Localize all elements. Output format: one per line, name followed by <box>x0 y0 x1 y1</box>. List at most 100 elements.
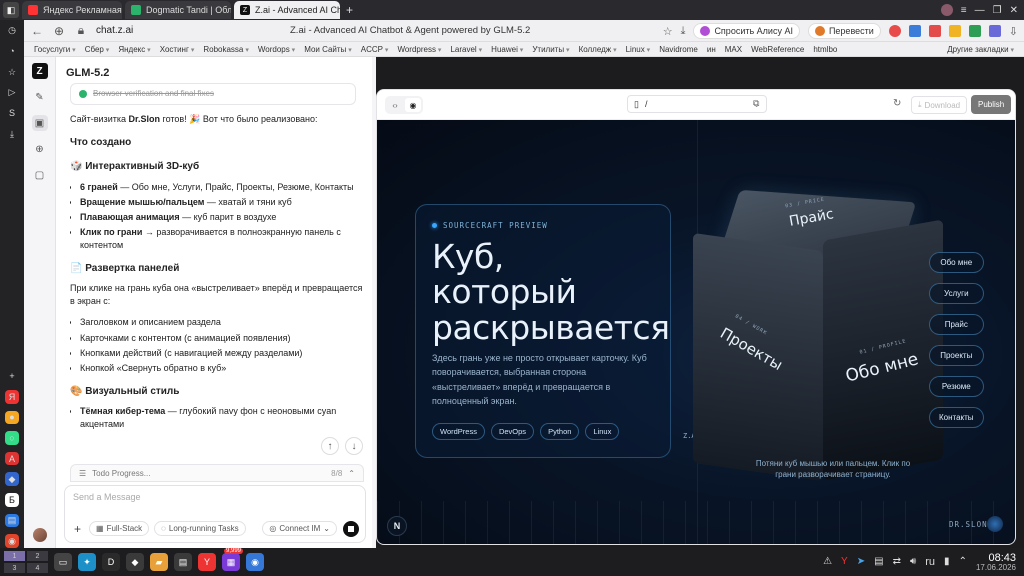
app-icon[interactable]: ◆ <box>126 553 144 571</box>
restore-icon[interactable]: ❐ <box>993 5 1002 16</box>
bookmark-folder[interactable]: Хостинг <box>160 45 195 54</box>
close-window-icon[interactable]: ✕ <box>1010 5 1018 16</box>
nav-contacts[interactable]: Контакты <box>929 407 984 428</box>
full-stack-toggle[interactable]: ▦ Full-Stack <box>89 521 150 536</box>
volume-icon[interactable]: 🔊︎ <box>910 556 916 567</box>
telegram-icon[interactable]: ➤ <box>857 556 865 567</box>
download-button[interactable]: ⤓ Download <box>911 96 968 114</box>
chevron-up-icon[interactable]: ⌃ <box>959 556 967 567</box>
drslon-icon[interactable]: D <box>102 553 120 571</box>
bookmark-link[interactable]: WebReference <box>751 45 804 54</box>
folder-icon[interactable]: ▰ <box>150 553 168 571</box>
site-preview[interactable]: SOURCECRAFT PREVIEW Куб, который раскрыв… <box>377 120 1015 544</box>
bookmark-link[interactable]: htmlbo <box>813 45 837 54</box>
path-selector[interactable]: ▯ / ⌄ <box>627 95 767 113</box>
open-external-icon[interactable]: ⧉ <box>753 98 759 109</box>
extension-icon[interactable] <box>968 25 981 37</box>
star-icon[interactable]: ☆ <box>5 65 19 79</box>
extension-icon[interactable] <box>928 25 941 37</box>
bookmark-icon[interactable]: ☆ <box>663 25 673 38</box>
yandex-browser-icon[interactable]: Y <box>198 553 216 571</box>
bookmark-link[interactable]: ин <box>707 45 716 54</box>
app-icon[interactable]: ● <box>5 410 19 425</box>
clock-icon[interactable]: ◔ <box>5 45 19 59</box>
tab-dogmatic[interactable]: Dogmatic Tandi | Облачна <box>125 1 231 19</box>
desktop-switcher[interactable]: 1 2 3 4 <box>4 551 48 573</box>
new-chat-icon[interactable]: ✎ <box>32 89 48 105</box>
app-icon[interactable]: ◉ <box>5 534 19 548</box>
nav-services[interactable]: Услуги <box>929 283 984 304</box>
alert-icon[interactable]: ⚠ <box>823 556 832 567</box>
extension-icon[interactable] <box>948 25 961 37</box>
bookmark-folder[interactable]: Госуслуги <box>34 45 76 54</box>
stop-button[interactable] <box>343 521 359 537</box>
bookmark-folder[interactable]: Яндекс <box>118 45 150 54</box>
scroll-up-icon[interactable]: ↑ <box>321 437 339 455</box>
attach-icon[interactable]: + <box>71 522 84 536</box>
user-avatar[interactable] <box>32 528 47 542</box>
desktop-4[interactable]: 4 <box>27 563 48 573</box>
bag-icon[interactable]: ▢ <box>32 167 48 183</box>
nav-resume[interactable]: Резюме <box>929 376 984 397</box>
window-icon[interactable]: ▭ <box>54 553 72 571</box>
bookmark-folder[interactable]: Сбер <box>85 45 110 54</box>
todo-progress[interactable]: ☰ Todo Progress... 8/8 ⌃ <box>70 464 364 482</box>
chevron-up-icon[interactable]: ⌃ <box>348 469 355 478</box>
model-selector[interactable]: GLM-5.2 <box>66 67 109 79</box>
desktop-1[interactable]: 1 <box>4 551 25 561</box>
scroll-down-icon[interactable]: ↓ <box>345 437 363 455</box>
desktop-3[interactable]: 3 <box>4 563 25 573</box>
network-icon[interactable]: ⇄ <box>893 556 901 567</box>
long-running-toggle[interactable]: ◌ Long-running Tasks <box>154 521 246 536</box>
bookmark-folder[interactable]: Robokassa <box>203 45 249 54</box>
bookmark-link[interactable]: MAX <box>725 45 742 54</box>
profile-avatar[interactable] <box>940 4 953 16</box>
downloads-icon[interactable]: ⇩ <box>1009 25 1018 38</box>
nav-price[interactable]: Прайс <box>929 314 984 335</box>
bookmark-folder[interactable]: Huawei <box>491 45 523 54</box>
clipboard-icon[interactable]: ▤ <box>874 556 883 567</box>
tab-yandex-ads[interactable]: Яндекс Рекламная сеть <box>22 1 122 19</box>
bookmark-folder[interactable]: Мои Сайты <box>304 45 352 54</box>
menu-icon[interactable]: ≡ <box>961 5 967 16</box>
bookmark-link[interactable]: Navidrome <box>659 45 698 54</box>
yandex-tray-icon[interactable]: Y <box>841 556 848 567</box>
app-icon[interactable]: 9,999 ▦ <box>222 548 244 571</box>
ask-alice-button[interactable]: Спросить Алису AI <box>693 23 800 39</box>
extension-icon[interactable] <box>988 25 1001 37</box>
plus-icon[interactable]: ⊕ <box>32 141 48 157</box>
extension-icon[interactable] <box>908 25 921 37</box>
bookmark-folder[interactable]: Laravel <box>450 45 482 54</box>
sidebar-toggle-icon[interactable]: ▣ <box>31 115 48 131</box>
code-view-icon[interactable]: ‹› <box>387 98 403 112</box>
refresh-icon[interactable]: ↻ <box>893 98 901 109</box>
other-bookmarks[interactable]: Другие закладки <box>947 45 1024 54</box>
connect-im-button[interactable]: ◎ Connect IM ⌄ <box>262 521 337 536</box>
app-icon[interactable]: ▤ <box>5 513 19 528</box>
nav-projects[interactable]: Проекты <box>929 345 984 366</box>
publish-button[interactable]: Publish <box>971 95 1012 114</box>
zai-logo-icon[interactable]: Z <box>31 63 48 79</box>
window-menu-icon[interactable]: ◧ <box>3 2 19 18</box>
battery-icon[interactable]: ▮ <box>944 556 950 567</box>
app-icon[interactable]: ○ <box>5 431 19 445</box>
history-icon[interactable]: ◷ <box>5 24 19 38</box>
back-icon[interactable]: ← <box>30 24 44 38</box>
n-button[interactable]: N <box>387 516 407 536</box>
extension-icon[interactable] <box>888 25 901 37</box>
app-icon[interactable]: A <box>5 451 19 466</box>
translate-button[interactable]: Перевести <box>807 23 881 39</box>
app-icon[interactable]: Б <box>5 493 19 507</box>
terminal-icon[interactable]: ▤ <box>174 553 192 571</box>
play-icon[interactable]: ▷ <box>5 86 19 100</box>
new-tab-icon[interactable]: + <box>346 3 353 17</box>
minimize-icon[interactable]: — <box>975 5 985 16</box>
bookmark-folder[interactable]: Wordpress <box>397 45 441 54</box>
preview-view-icon[interactable]: ◉ <box>405 98 421 112</box>
bookmark-folder[interactable]: Утилиты <box>532 45 569 54</box>
nav-about[interactable]: Обо мне <box>929 252 984 273</box>
vscode-icon[interactable]: ✦ <box>78 553 96 571</box>
tab-zai[interactable]: Z Z.ai - Advanced AI Chat ✕ <box>234 1 340 19</box>
bookmark-folder[interactable]: Linux <box>626 45 651 54</box>
s-icon[interactable]: S <box>5 107 19 121</box>
